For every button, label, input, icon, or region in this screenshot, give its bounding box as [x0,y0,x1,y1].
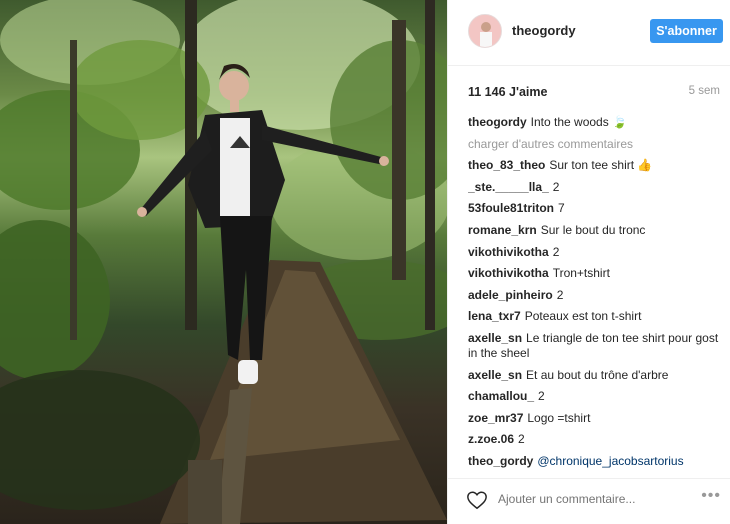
comment-username[interactable]: theo_gordy [468,454,533,468]
comment-item: 53foule81triton 7 [468,201,723,216]
post-header: theogordy S'abonner [448,0,730,66]
comment-item: vikothivikotha 2 [468,245,723,260]
caption-text: Into the woods 🍃 [530,115,627,129]
comment-item: lena_txr7 Poteaux est ton t-shirt [468,309,723,324]
load-more-comments-link[interactable]: charger d'autres commentaires [468,137,723,152]
forest-photo-illustration [0,0,447,524]
comments-list: theogordy Into the woods 🍃 charger d'autr… [468,115,723,473]
comment-item: _ste._____lla_ 2 [468,180,723,195]
caption-username[interactable]: theogordy [468,115,527,129]
author-username[interactable]: theogordy [512,23,576,38]
comment-item: zoe_mr37 Logo =tshirt [468,411,723,426]
comment-item: theo_gordy @chronique_jacobsartorius [468,454,723,469]
comment-username[interactable]: axelle_sn [468,331,522,345]
avatar[interactable] [468,14,502,48]
comment-text: Sur ton tee shirt 👍 [549,158,653,173]
post-details-panel: theogordy S'abonner 11 146 J'aime 5 sem … [447,0,730,524]
post-photo[interactable] [0,0,447,524]
comment-item: theo_83_theo Sur ton tee shirt 👍 [468,158,723,173]
comment-username[interactable]: lena_txr7 [468,309,521,323]
caption: theogordy Into the woods 🍃 [468,115,723,130]
comment-username[interactable]: romane_krn [468,223,537,237]
comment-username[interactable]: vikothivikotha [468,266,549,280]
comment-text: 7 [558,201,565,216]
likes-count[interactable]: 11 146 J'aime [468,85,547,99]
follow-button[interactable]: S'abonner [650,19,723,43]
add-comment-input[interactable] [498,492,693,506]
comment-mention-link[interactable]: @chronique_jacobsartorius [537,454,683,468]
comment-text: 2 [518,432,525,447]
comment-username[interactable]: 53foule81triton [468,201,554,215]
comment-username[interactable]: adele_pinheiro [468,288,553,302]
comment-text: 2 [552,179,560,194]
comment-bar: ••• [448,478,730,524]
comment-text: Poteaux est ton t-shirt [524,309,642,324]
comment-text: Logo =tshirt [527,410,591,425]
comment-username[interactable]: z.zoe.06 [468,432,514,446]
comment-item: adele_pinheiro 2 [468,288,723,303]
comment-text: Et au bout du trône d'arbre [526,367,669,382]
more-options-icon[interactable]: ••• [701,487,721,505]
avatar-image [469,15,501,47]
comment-item: vikothivikotha Tron+tshirt [468,266,723,281]
comment-text: Tron+tshirt [552,266,610,281]
comment-item: axelle_sn Et au bout du trône d'arbre [468,368,723,383]
comment-item: z.zoe.06 2 [468,432,723,447]
comment-username[interactable]: zoe_mr37 [468,411,523,425]
comment-text: 2 [538,389,545,404]
comment-item: romane_krn Sur le bout du tronc [468,223,723,238]
heart-icon[interactable] [466,489,488,511]
comment-username[interactable]: _ste._____lla_ [468,180,549,194]
comment-text: 2 [556,287,564,302]
comment-username[interactable]: vikothivikotha [468,245,549,259]
comment-username[interactable]: chamallou_ [468,389,534,403]
comment-username[interactable]: axelle_sn [468,368,522,382]
post-age[interactable]: 5 sem [689,85,720,97]
comment-item: axelle_sn Le triangle de ton tee shirt po… [468,331,723,361]
comment-text: 2 [552,244,560,259]
comment-text: Sur le bout du tronc [540,222,646,237]
comment-username[interactable]: theo_83_theo [468,158,545,172]
comment-item: chamallou_ 2 [468,389,723,404]
